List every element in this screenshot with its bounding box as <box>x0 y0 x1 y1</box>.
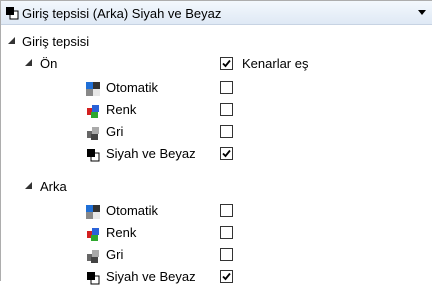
grayscale-icon <box>85 125 101 141</box>
checkmark-icon <box>222 59 231 68</box>
mode-checkbox[interactable] <box>220 125 233 138</box>
chevron-down-icon[interactable] <box>418 10 426 15</box>
settings-tree: Giriş tepsisi Ön Kenarlar eş Otomatik Ren… <box>0 26 433 285</box>
mode-label: Renk <box>106 102 137 117</box>
duplicate-sides-checkbox[interactable] <box>220 57 233 70</box>
black-white-icon <box>85 147 101 163</box>
mode-checkbox[interactable] <box>220 204 233 217</box>
mode-checkbox[interactable] <box>220 270 233 283</box>
duplicate-sides-label: Kenarlar eş <box>242 56 309 71</box>
tree-node-input-tray[interactable]: Giriş tepsisi <box>22 34 89 49</box>
scan-setting-dropdown[interactable]: Giriş tepsisi (Arka) Siyah ve Beyaz <box>1 1 432 25</box>
checkmark-icon <box>222 272 231 281</box>
mode-checkbox[interactable] <box>220 226 233 239</box>
expanded-arrow-icon[interactable] <box>8 37 15 44</box>
mode-checkbox[interactable] <box>220 103 233 116</box>
mode-label: Otomatik <box>106 203 159 218</box>
mode-checkbox[interactable] <box>220 147 233 160</box>
mode-label: Renk <box>106 225 137 240</box>
black-white-mode-icon <box>6 7 19 20</box>
mode-checkbox[interactable] <box>220 248 233 261</box>
expanded-arrow-icon[interactable] <box>25 182 32 189</box>
color-icon <box>85 103 101 119</box>
mode-label: Siyah ve Beyaz <box>106 146 196 161</box>
mode-checkbox[interactable] <box>220 81 233 94</box>
auto-color-icon <box>85 204 101 220</box>
dropdown-value: Giriş tepsisi (Arka) Siyah ve Beyaz <box>22 6 222 21</box>
mode-label: Gri <box>106 124 124 139</box>
expanded-arrow-icon[interactable] <box>25 59 32 66</box>
mode-label: Otomatik <box>106 80 159 95</box>
color-icon <box>85 226 101 242</box>
mode-label: Gri <box>106 247 124 262</box>
tree-node-back[interactable]: Arka <box>40 179 67 194</box>
tree-node-front[interactable]: Ön <box>40 56 57 71</box>
grayscale-icon <box>85 248 101 264</box>
black-white-icon <box>85 270 101 286</box>
auto-color-icon <box>85 81 101 97</box>
checkmark-icon <box>222 149 231 158</box>
